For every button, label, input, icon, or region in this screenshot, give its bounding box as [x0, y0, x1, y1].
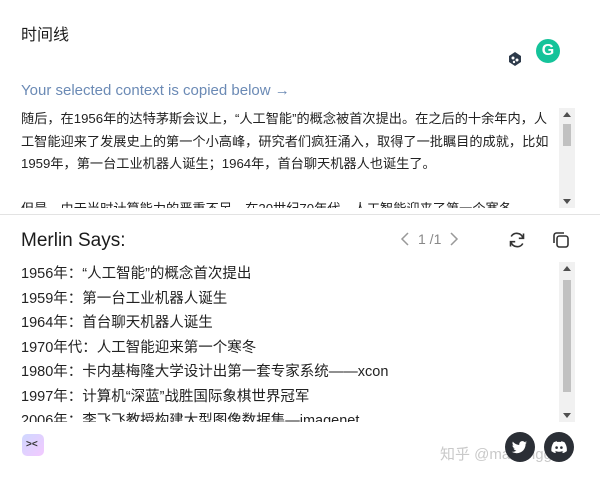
- context-scrollbar[interactable]: [559, 108, 575, 208]
- chevron-right-icon[interactable]: [449, 232, 459, 246]
- answer-line: 1964年：首台聊天机器人诞生: [21, 315, 213, 331]
- answer-line: 1970年代：人工智能迎来第一个寒冬: [21, 339, 257, 356]
- discord-icon[interactable]: [544, 432, 574, 462]
- scroll-up-arrow-icon[interactable]: [563, 112, 571, 117]
- watermark: 知乎 @mariangg: [440, 446, 552, 463]
- chevron-left-icon[interactable]: [400, 232, 410, 246]
- answer-line: 2006年：李飞飞教授构建大型图像数据集—imagenet: [21, 413, 360, 422]
- merlin-logo-icon[interactable]: ><: [22, 434, 44, 456]
- merlin-says-title: Merlin Says:: [21, 230, 126, 251]
- answer-scrollbar[interactable]: [559, 262, 575, 422]
- answer-line: 1980年：卡内基梅隆大学设计出第一套专家系统——xcon: [21, 364, 389, 380]
- refresh-icon[interactable]: [507, 230, 527, 250]
- section-divider: [0, 214, 600, 215]
- twitter-icon[interactable]: [505, 432, 535, 462]
- scrollbar-thumb[interactable]: [563, 124, 571, 146]
- page-title: 时间线: [21, 27, 70, 44]
- answer-line: 1956年：“人工智能”的概念首次提出: [21, 266, 252, 282]
- answer-line: 1997年：计算机“深蓝”战胜国际象棋世界冠军: [21, 388, 310, 405]
- grammarly-icon[interactable]: G: [536, 39, 560, 63]
- scrollbar-thumb[interactable]: [563, 280, 571, 392]
- context-text: 随后，在1956年的达特茅斯会议上，“人工智能”的概念被首次提出。在之后的十余年…: [21, 111, 549, 208]
- extension-icon[interactable]: [505, 49, 525, 69]
- answer-line: 1959年：第一台工业机器人诞生: [21, 290, 228, 307]
- merlin-face-icon: ><: [26, 439, 38, 450]
- context-textarea[interactable]: 随后，在1956年的达特茅斯会议上，“人工智能”的概念被首次提出。在之后的十余年…: [21, 108, 576, 208]
- context-section: 时间线 G Your selected context is copied be…: [0, 0, 600, 215]
- pager-count: 1 /1: [418, 231, 442, 247]
- merlin-answer: 1956年：“人工智能”的概念首次提出 1959年：第一台工业机器人诞生 196…: [21, 262, 576, 422]
- scroll-up-arrow-icon[interactable]: [563, 266, 571, 271]
- context-label: Your selected context is copied below →: [21, 82, 290, 99]
- bottom-bar: >< 知乎 @mariangg: [0, 425, 600, 482]
- response-pager: 1 /1: [400, 231, 459, 247]
- copy-icon[interactable]: [551, 230, 571, 250]
- scroll-down-arrow-icon[interactable]: [563, 413, 571, 418]
- scroll-down-arrow-icon[interactable]: [563, 199, 571, 204]
